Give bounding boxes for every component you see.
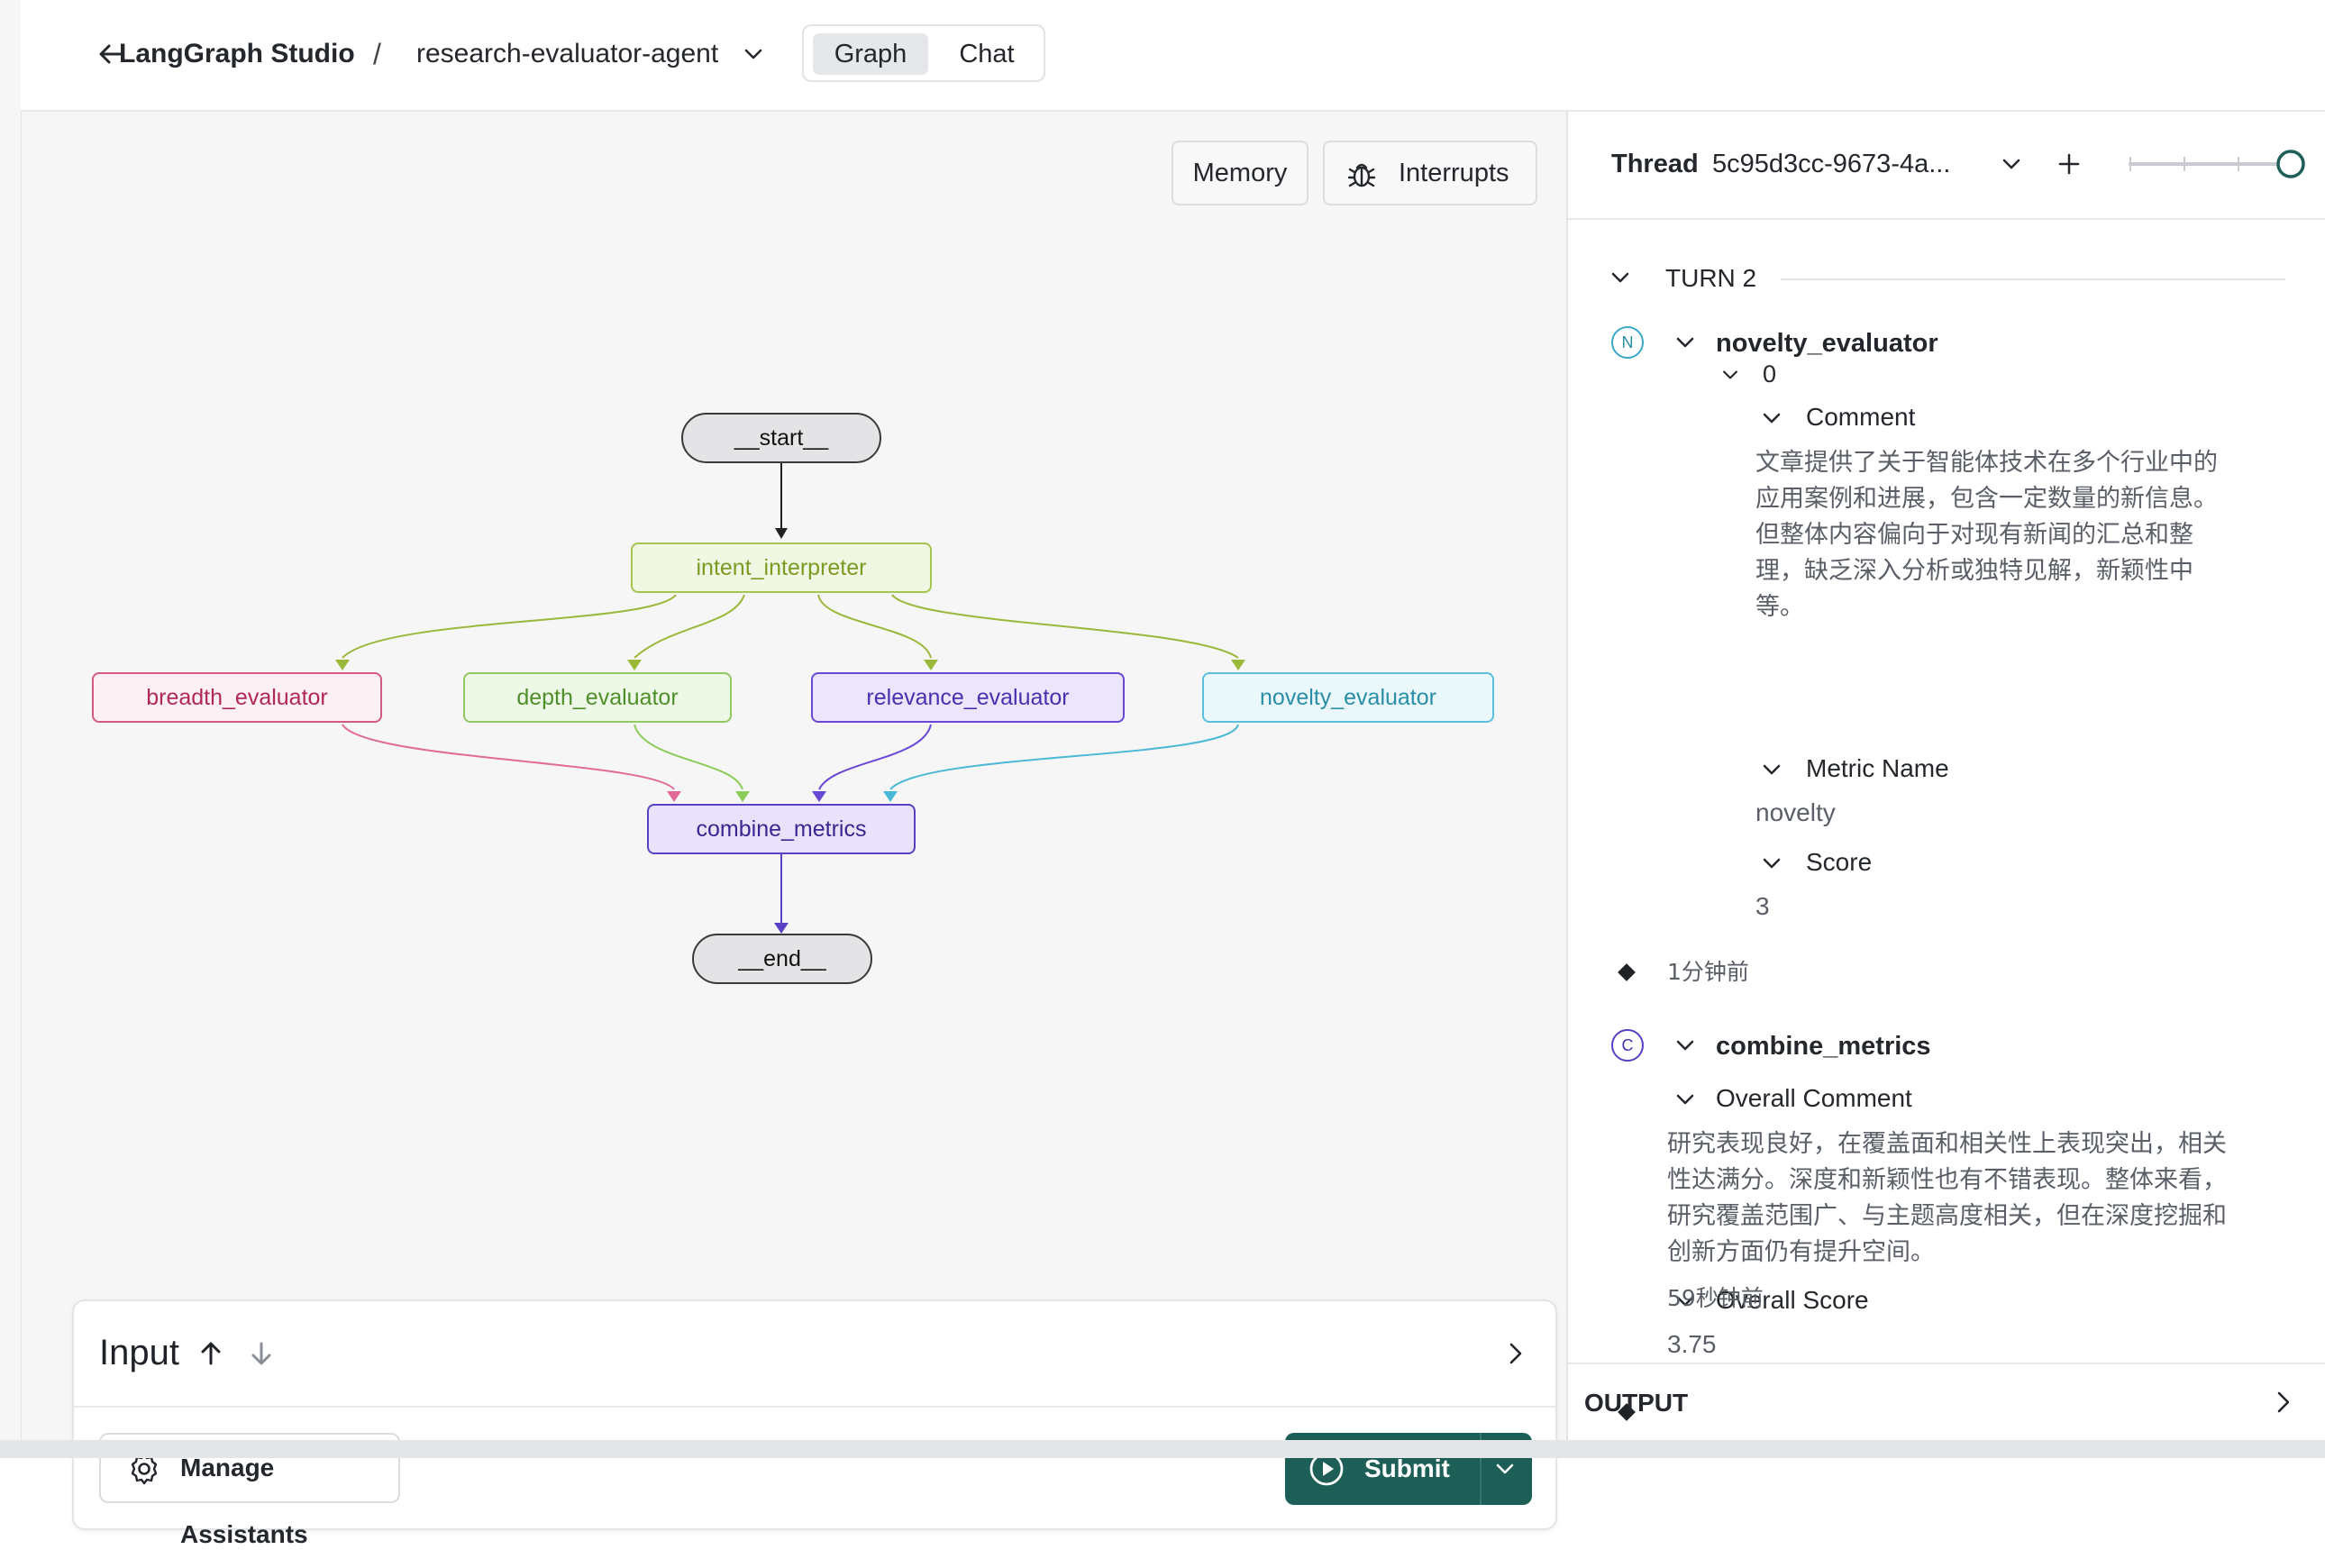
score-label: Score bbox=[1806, 848, 1873, 876]
node-name-novelty[interactable]: novelty_evaluator bbox=[1716, 326, 1938, 360]
timestamp: 59秒钟前 bbox=[1667, 1285, 1764, 1311]
thread-header: Thread 5c95d3cc-9673-4a... bbox=[1568, 112, 2325, 220]
view-tabs: Graph Chat bbox=[802, 24, 1045, 82]
edge-intent-novelty bbox=[891, 594, 1239, 659]
edge-breadth-combine bbox=[342, 724, 675, 790]
bottom-strip bbox=[0, 1440, 2325, 1458]
node-combine-metrics[interactable]: combine_metrics bbox=[647, 804, 916, 854]
chevron-down-icon[interactable] bbox=[741, 41, 766, 67]
plus-icon[interactable] bbox=[2055, 150, 2083, 178]
graph-edges bbox=[335, 461, 1245, 934]
overall-comment-label: Overall Comment bbox=[1716, 1084, 1912, 1112]
chevron-down-icon[interactable] bbox=[1759, 757, 1784, 782]
chevron-down-icon[interactable] bbox=[1673, 1033, 1698, 1058]
chevron-down-icon[interactable] bbox=[1673, 330, 1698, 355]
timeline-dot bbox=[1618, 963, 1636, 981]
chevron-right-icon[interactable] bbox=[1501, 1339, 1530, 1368]
overall-score-value: 3.75 bbox=[1667, 1330, 1717, 1358]
turn-divider bbox=[1781, 278, 2285, 280]
timestamp: 1分钟前 bbox=[1667, 959, 1749, 985]
chevron-down-icon[interactable] bbox=[1673, 1087, 1698, 1112]
node-depth-evaluator[interactable]: depth_evaluator bbox=[463, 672, 732, 723]
edge-relevance-combine bbox=[818, 724, 932, 790]
node-end[interactable]: __end__ bbox=[692, 934, 872, 984]
node-badge-c: C bbox=[1611, 1029, 1644, 1062]
thread-label: Thread bbox=[1611, 150, 1699, 178]
input-panel: Input Manage Assistants Submit bbox=[72, 1299, 1557, 1548]
output-section[interactable]: 59秒钟前 OUTPUT bbox=[1568, 1285, 2325, 1442]
node-name-combine[interactable]: combine_metrics bbox=[1716, 1029, 1931, 1063]
arrow-down-icon[interactable] bbox=[247, 1339, 276, 1368]
graph-canvas[interactable]: Memory Interrupts __start__ intent_inter… bbox=[22, 112, 1566, 1548]
overall-comment-text: 研究表现良好，在覆盖面和相关性上表现突出，相关 性达满分。深度和新颖性也有不错表… bbox=[1667, 1130, 2227, 1266]
tab-graph[interactable]: Graph bbox=[813, 33, 928, 75]
chevron-down-icon[interactable] bbox=[1759, 851, 1784, 876]
edge-intent-relevance bbox=[817, 594, 932, 659]
node-badge-n: N bbox=[1611, 326, 1644, 359]
output-label: OUTPUT bbox=[1584, 1389, 1689, 1417]
comment-text: 文章提供了关于智能体技术在多个行业中的 应用案例和进展，包含一定数量的新信息。 … bbox=[1755, 449, 2218, 621]
top-bar bbox=[21, 0, 2325, 112]
divider bbox=[74, 1406, 1555, 1408]
edge-novelty-combine bbox=[889, 724, 1239, 790]
chevron-right-icon[interactable] bbox=[2269, 1388, 2298, 1417]
comment-label: Comment bbox=[1806, 403, 1916, 431]
input-title: Input bbox=[99, 1333, 179, 1372]
agent-selector[interactable]: research-evaluator-agent bbox=[416, 34, 718, 74]
node-intent-interpreter[interactable]: intent_interpreter bbox=[631, 542, 932, 593]
edge-intent-breadth bbox=[342, 594, 677, 659]
left-edge bbox=[0, 0, 22, 1458]
breadcrumb-separator: / bbox=[373, 38, 381, 70]
metric-name-label: Metric Name bbox=[1806, 754, 1949, 782]
thread-id[interactable]: 5c95d3cc-9673-4a... bbox=[1712, 146, 1950, 182]
turn-label: TURN 2 bbox=[1665, 264, 1757, 292]
node-breadth-evaluator[interactable]: breadth_evaluator bbox=[92, 672, 382, 723]
chevron-down-icon[interactable] bbox=[1999, 151, 2024, 177]
history-slider[interactable] bbox=[2127, 144, 2307, 184]
thread-panel: Thread 5c95d3cc-9673-4a... TURN 2 N nove… bbox=[1566, 112, 2325, 1440]
chevron-down-icon[interactable] bbox=[1608, 265, 1633, 290]
array-index: 0 bbox=[1763, 360, 1777, 387]
edge-intent-depth bbox=[634, 594, 745, 659]
arrow-up-icon[interactable] bbox=[196, 1339, 225, 1368]
node-start[interactable]: __start__ bbox=[681, 413, 881, 463]
metric-name-value: novelty bbox=[1755, 798, 1836, 826]
chevron-down-icon[interactable] bbox=[1759, 406, 1784, 431]
score-value: 3 bbox=[1755, 892, 1770, 920]
node-relevance-evaluator[interactable]: relevance_evaluator bbox=[811, 672, 1125, 723]
app-title[interactable]: LangGraph Studio bbox=[119, 34, 355, 74]
chevron-down-icon[interactable] bbox=[1719, 364, 1741, 386]
tab-chat[interactable]: Chat bbox=[937, 33, 1036, 75]
chevron-down-icon[interactable] bbox=[1492, 1456, 1518, 1481]
node-novelty-evaluator[interactable]: novelty_evaluator bbox=[1202, 672, 1494, 723]
